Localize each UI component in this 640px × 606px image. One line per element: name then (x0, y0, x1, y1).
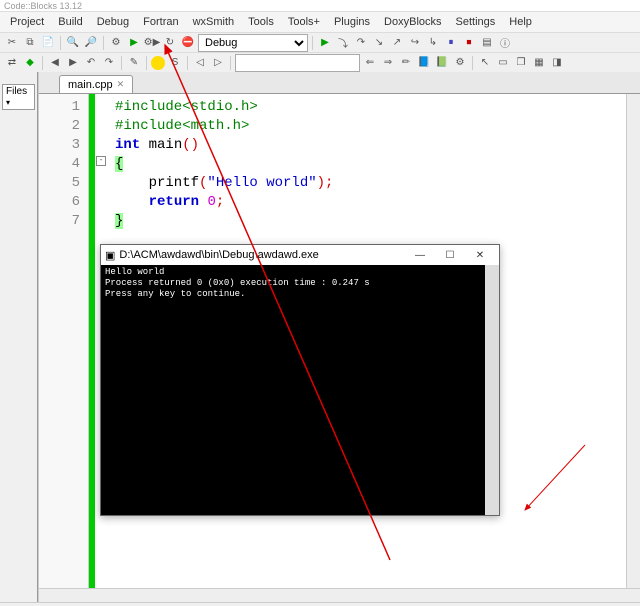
menu-plugins[interactable]: Plugins (328, 14, 376, 30)
find-icon[interactable]: 🔍 (65, 35, 81, 51)
debugging-windows-icon[interactable]: ▤ (479, 35, 495, 51)
abort-icon[interactable]: ⛔ (180, 35, 196, 51)
separator (121, 56, 122, 70)
console-window[interactable]: ▣ D:\ACM\awdawd\bin\Debug\awdawd.exe — ☐… (100, 244, 500, 516)
find-replace-icon[interactable]: 🔎 (83, 35, 99, 51)
maximize-button[interactable]: ☐ (435, 246, 465, 264)
next-line-icon[interactable]: ↷ (353, 35, 369, 51)
info-icon[interactable]: ◨ (549, 55, 565, 71)
toggle-source-header-icon[interactable]: ⇄ (4, 55, 20, 71)
tab-main-cpp[interactable]: main.cpp ✕ (59, 75, 133, 93)
separator (472, 56, 473, 70)
close-icon[interactable]: ✕ (117, 79, 125, 90)
app-titlebar: Code::Blocks 13.12 (0, 0, 640, 12)
console-icon: ▣ (105, 249, 115, 262)
separator (187, 56, 188, 70)
doxy1-icon[interactable]: 📘 (416, 55, 432, 71)
wand-icon[interactable]: ✎ (126, 55, 142, 71)
separator (230, 56, 231, 70)
menu-help[interactable]: Help (503, 14, 538, 30)
step-into-instr-icon[interactable]: ↳ (425, 35, 441, 51)
sidebar-tab-label: Files (6, 86, 27, 97)
vertical-scrollbar[interactable] (626, 94, 640, 602)
sidebar-tab-files[interactable]: Files ▾ (2, 84, 35, 110)
tab-label: main.cpp (68, 79, 113, 91)
back-icon[interactable]: ◀ (47, 55, 63, 71)
menu-tools[interactable]: Tools (242, 14, 280, 30)
doxy-config-icon[interactable]: ⚙ (452, 55, 468, 71)
run-to-cursor-icon[interactable]: ⤵ (335, 35, 351, 51)
menu-debug[interactable]: Debug (91, 14, 135, 30)
next-match-icon[interactable]: ⇒ (380, 55, 396, 71)
doxy2-icon[interactable]: 📗 (434, 55, 450, 71)
console-title-text: D:\ACM\awdawd\bin\Debug\awdawd.exe (119, 249, 405, 261)
window-icon[interactable]: ❐ (513, 55, 529, 71)
separator (103, 36, 104, 50)
fold-toggle-icon[interactable]: - (96, 156, 106, 166)
grid-icon[interactable]: ▦ (531, 55, 547, 71)
prev-icon[interactable]: ◁ (192, 55, 208, 71)
console-output[interactable]: Hello world Process returned 0 (0x0) exe… (101, 265, 499, 515)
selected-text-icon[interactable]: Ѕ (167, 55, 183, 71)
app-title: Code::Blocks 13.12 (4, 1, 82, 11)
separator (312, 36, 313, 50)
select-icon[interactable]: ▭ (495, 55, 511, 71)
menu-fortran[interactable]: Fortran (137, 14, 184, 30)
next-instruction-icon[interactable]: ↪ (407, 35, 423, 51)
minimize-button[interactable]: — (405, 246, 435, 264)
sidebar: Files ▾ (0, 72, 38, 602)
toolbar-row-1: ✂ ⧉ 📄 🔍 🔎 ⚙ ▶ ⚙▶ ↻ ⛔ Debug ▶ ⤵ ↷ ↘ ↗ ↪ ↳… (0, 32, 640, 52)
cut-icon[interactable]: ✂ (4, 35, 20, 51)
build-icon[interactable]: ⚙ (108, 35, 124, 51)
bookmark-icon[interactable]: ◆ (22, 55, 38, 71)
various-info-icon[interactable]: ⓘ (497, 35, 513, 51)
rebuild-icon[interactable]: ↻ (162, 35, 178, 51)
next-jump-icon[interactable]: ↷ (101, 55, 117, 71)
search-combo[interactable] (235, 54, 360, 72)
line-number-gutter: 1 2 3 4 5 6 7 (39, 94, 89, 602)
build-target-combo[interactable]: Debug (198, 34, 308, 52)
step-into-icon[interactable]: ↘ (371, 35, 387, 51)
menu-doxyblocks[interactable]: DoxyBlocks (378, 14, 447, 30)
paste-icon[interactable]: 📄 (40, 35, 56, 51)
pointer-icon[interactable]: ↖ (477, 55, 493, 71)
prev-match-icon[interactable]: ⇐ (362, 55, 378, 71)
statusbar (0, 602, 640, 606)
console-line: Hello world (105, 267, 495, 278)
highlight-icon[interactable] (151, 56, 165, 70)
step-out-icon[interactable]: ↗ (389, 35, 405, 51)
separator (60, 36, 61, 50)
console-line: Process returned 0 (0x0) execution time … (105, 278, 495, 289)
next-icon[interactable]: ▷ (210, 55, 226, 71)
chevron-down-icon: ▾ (6, 98, 10, 107)
stop-debugger-icon[interactable]: ⏹ (461, 35, 477, 51)
close-button[interactable]: ✕ (465, 246, 495, 264)
break-debugger-icon[interactable]: ⏸ (443, 35, 459, 51)
copy-icon[interactable]: ⧉ (22, 35, 38, 51)
horizontal-scrollbar[interactable] (39, 588, 640, 602)
menubar: Project Build Debug Fortran wxSmith Tool… (0, 12, 640, 32)
run-icon[interactable]: ▶ (126, 35, 142, 51)
console-titlebar[interactable]: ▣ D:\ACM\awdawd\bin\Debug\awdawd.exe — ☐… (101, 245, 499, 265)
last-jump-icon[interactable]: ↶ (83, 55, 99, 71)
separator (42, 56, 43, 70)
forward-icon[interactable]: ▶ (65, 55, 81, 71)
menu-toolsplus[interactable]: Tools+ (282, 14, 326, 30)
menu-build[interactable]: Build (52, 14, 88, 30)
menu-settings[interactable]: Settings (450, 14, 502, 30)
separator (146, 56, 147, 70)
toolbar-row-2: ⇄ ◆ ◀ ▶ ↶ ↷ ✎ Ѕ ◁ ▷ ⇐ ⇒ ✏ 📘 📗 ⚙ ↖ ▭ ❐ ▦ … (0, 52, 640, 72)
highlight-matches-icon[interactable]: ✏ (398, 55, 414, 71)
console-scrollbar[interactable] (485, 265, 499, 515)
menu-project[interactable]: Project (4, 14, 50, 30)
menu-wxsmith[interactable]: wxSmith (187, 14, 241, 30)
debug-continue-icon[interactable]: ▶ (317, 35, 333, 51)
tabbar: main.cpp ✕ (39, 72, 640, 94)
build-and-run-icon[interactable]: ⚙▶ (144, 35, 160, 51)
console-line: Press any key to continue. (105, 289, 495, 300)
